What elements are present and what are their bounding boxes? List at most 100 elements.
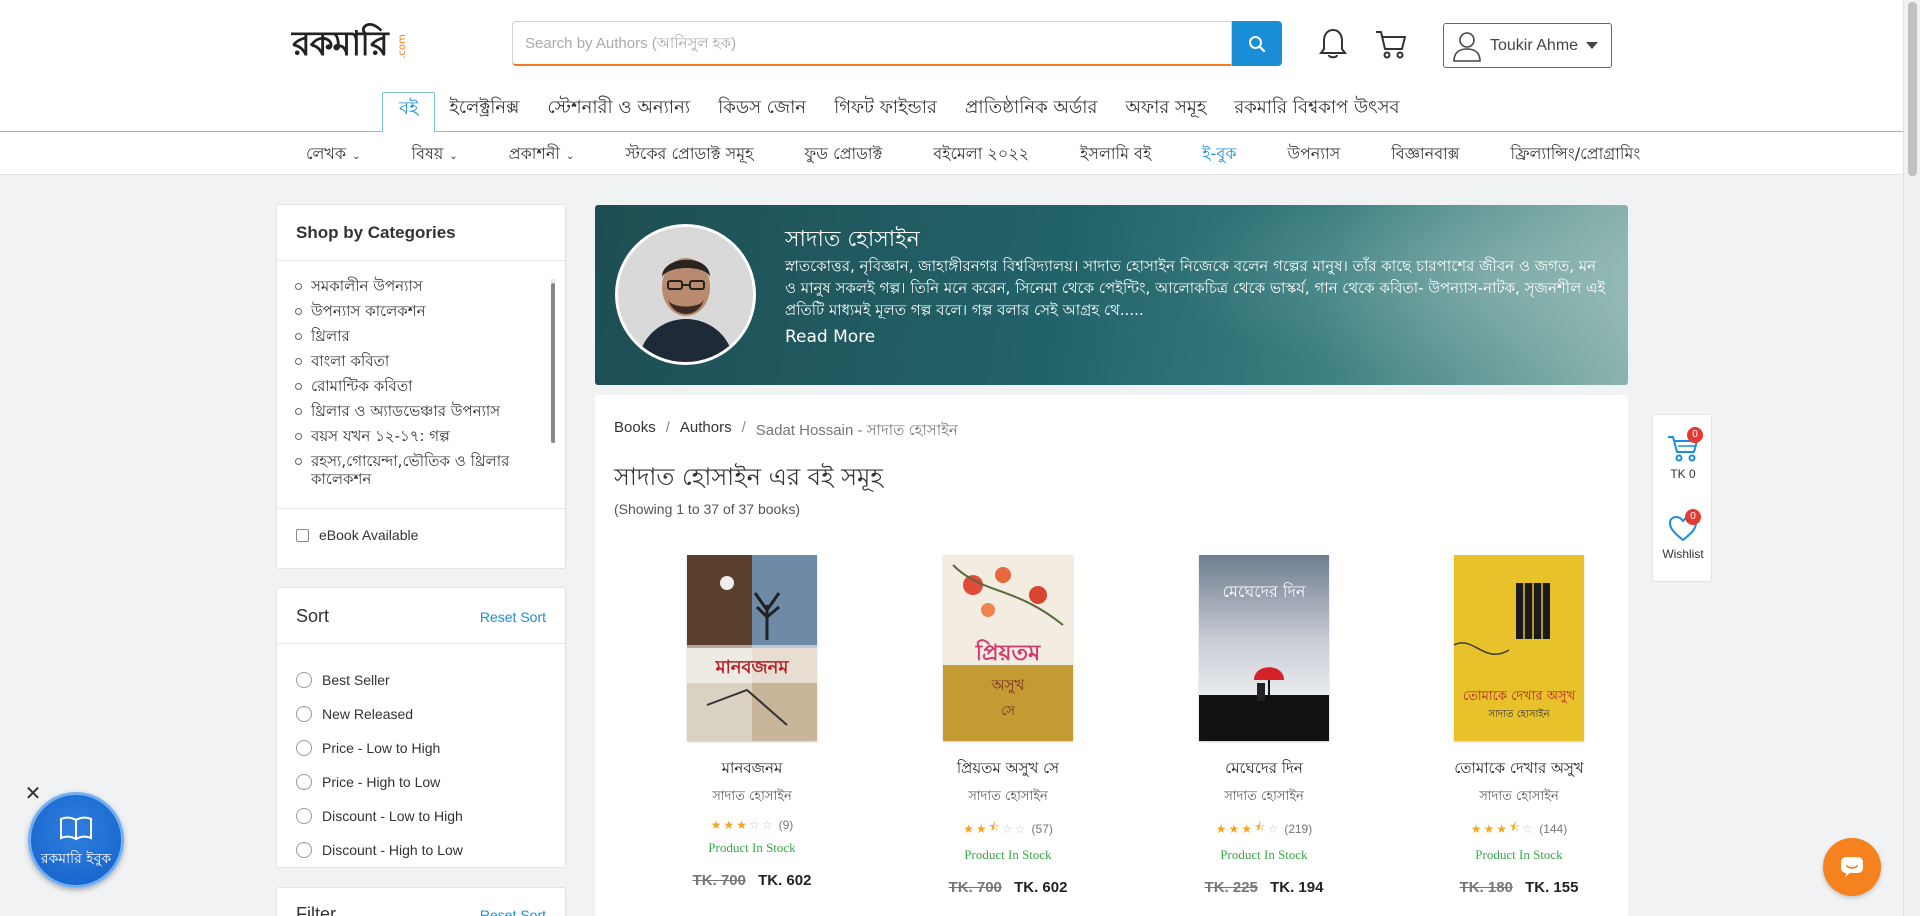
book-title[interactable]: মানবজনম [637,757,867,777]
sub-nav-item-stock-products[interactable]: স্টকের প্রোডাক্ট সমূহ [625,141,753,168]
bullet-icon [295,408,302,415]
category-scrollbar[interactable] [551,279,555,443]
sub-nav-item-subject[interactable]: বিষয় ⌄ [412,141,458,168]
sort-option-discount-low-high[interactable]: Discount - Low to High [296,799,463,833]
reset-filter-link[interactable]: Reset Sort [480,907,546,916]
sub-nav-item-book-fair[interactable]: বইমেলা ২০২২ [933,141,1029,168]
radio-button[interactable] [296,740,312,756]
book-author[interactable]: সাদাত হোসাইন [637,787,867,808]
main-nav-item-books[interactable]: বই [382,92,436,133]
main-nav-item-worldcup[interactable]: রকমারি বিশ্বকাপ উৎসব [1220,92,1413,132]
book-card[interactable]: মেঘেদের দিন মেঘেদের দিন সাদাত হোসাইন ★ ★… [1149,555,1379,896]
main-nav-item-stationery[interactable]: স্টেশনারী ও অন্যান্য [533,92,704,132]
book-author[interactable]: সাদাত হোসাইন [1404,787,1634,808]
category-scroll-thumb[interactable] [551,283,555,443]
sub-nav-item-novel[interactable]: উপন্যাস [1287,141,1340,168]
floating-cart-wishlist: 0 TK 0 0 Wishlist [1652,414,1712,582]
radio-button[interactable] [296,842,312,858]
radio-button[interactable] [296,808,312,824]
bell-icon [1319,28,1347,59]
user-account-dropdown[interactable]: Toukir Ahmed [1443,23,1612,68]
breadcrumb-authors[interactable]: Authors [680,419,732,444]
page-scroll-thumb[interactable] [1908,2,1917,176]
floating-wishlist-button[interactable]: 0 Wishlist [1653,509,1713,561]
radio-button[interactable] [296,706,312,722]
user-icon [1453,31,1481,62]
sort-option-price-low-high[interactable]: Price - Low to High [296,731,463,765]
sub-nav-item-ebook[interactable]: ই-বুক [1202,141,1236,168]
breadcrumb: Books / Authors / Sadat Hossain - সাদাত … [614,419,958,444]
sort-panel: Sort Reset Sort Best Seller New Released… [276,587,566,868]
main-nav-item-gift-finder[interactable]: গিফট ফাইন্ডার [820,92,951,132]
sub-nav-item-food-products[interactable]: ফুড প্রোডাক্ট [805,141,883,168]
notification-bell-button[interactable] [1316,26,1350,62]
main-nav-item-offers[interactable]: অফার সমূহ [1111,92,1220,132]
breadcrumb-books[interactable]: Books [614,419,656,444]
discounted-price: TK. 602 [758,872,812,889]
book-cover[interactable]: মানবজনম [687,555,817,741]
book-title[interactable]: প্রিয়তম অসুখ সে [893,757,1123,777]
ebook-available-filter[interactable]: eBook Available [296,527,418,543]
book-cover[interactable]: প্রিয়তম অসুখ সে [943,555,1073,741]
close-ebook-bubble-button[interactable]: ✕ [24,783,42,803]
logo-suffix: .com [396,34,408,59]
search-input[interactable] [512,21,1232,66]
book-card[interactable]: প্রিয়তম অসুখ সে প্রিয়তম অসুখ সে সাদাত … [893,555,1123,896]
search-bar [512,21,1282,66]
sort-option-price-high-low[interactable]: Price - High to Low [296,765,463,799]
divider [277,643,565,644]
category-panel-title: Shop by Categories [296,223,456,242]
book-cover[interactable]: তোমাকে দেখার অসুখ সাদাত হোসাইন [1454,555,1584,741]
sort-option-discount-high-low[interactable]: Discount - High to Low [296,833,463,867]
category-item[interactable]: থ্রিলার ও অ্যাডভেঞ্চার উপন্যাস [295,402,535,420]
category-item[interactable]: সমকালীন উপন্যাস [295,277,535,295]
book-author[interactable]: সাদাত হোসাইন [1149,787,1379,808]
category-item[interactable]: রোমান্টিক কবিতা [295,377,535,395]
rokomari-ebook-bubble[interactable]: রকমারি ইবুক [28,792,124,888]
search-button[interactable] [1232,21,1282,66]
breadcrumb-separator: / [665,419,670,436]
sub-nav-item-publisher[interactable]: প্রকাশনী ⌄ [509,141,575,168]
sort-option-new-released[interactable]: New Released [296,697,463,731]
star-half-icon: ⯪ [1254,820,1266,834]
category-item[interactable]: বাংলা কবিতা [295,352,535,370]
category-panel: Shop by Categories সমকালীন উপন্যাস উপন্য… [276,204,566,569]
category-item[interactable]: রহস্য,গোয়েন্দা,ভৌতিক ও থ্রিলার কালেকশন [295,452,535,488]
sub-nav-item-islamic-books[interactable]: ইসলামি বই [1080,141,1151,168]
sub-nav-item-science-box[interactable]: বিজ্ঞানবাক্স [1391,141,1459,168]
star-full-icon: ★ [1241,821,1253,836]
category-item[interactable]: উপন্যাস কালেকশন [295,302,535,320]
radio-button[interactable] [296,672,312,688]
book-card[interactable]: মানবজনম মানবজনম সাদাত হোসাইন ★ ★ ★ ☆ ☆ (… [637,555,867,889]
book-author[interactable]: সাদাত হোসাইন [893,787,1123,808]
book-title[interactable]: মেঘেদের দিন [1149,757,1379,777]
book-rating: ★ ★ ★ ⯪ ☆ (219) [1149,818,1379,839]
live-chat-button[interactable] [1823,838,1881,896]
header-cart-button[interactable] [1372,26,1410,62]
svg-text:প্রিয়তম: প্রিয়তম [975,639,1041,666]
bullet-icon [295,433,302,440]
radio-button[interactable] [296,774,312,790]
category-item[interactable]: বয়স যখন ১২-১৭: গল্প [295,427,535,445]
main-nav-item-institutional-order[interactable]: প্রাতিষ্ঠানিক অর্ডার [951,92,1111,132]
main-nav-item-kids-zone[interactable]: কিডস জোন [704,92,820,132]
floating-cart-button[interactable]: 0 TK 0 [1653,427,1713,481]
discounted-price: TK. 194 [1270,879,1324,896]
book-cover[interactable]: মেঘেদের দিন [1199,555,1329,741]
book-title[interactable]: তোমাকে দেখার অসুখ [1404,757,1634,777]
chevron-down-icon: ⌄ [352,150,361,162]
book-rating: ★ ★ ★ ⯪ ☆ (144) [1404,818,1634,839]
rokomari-logo[interactable]: রকমারি .com [292,22,407,66]
sub-nav-item-freelancing[interactable]: ফ্রিল্যান্সিং/প্রোগ্রামিং [1511,141,1641,168]
ebook-checkbox[interactable] [296,528,309,542]
book-price: TK. 180 TK. 155 [1404,879,1634,896]
read-more-link[interactable]: Read More [785,327,875,347]
main-nav-item-electronics[interactable]: ইলেক্ট্রনিক্স [435,92,533,132]
book-card[interactable]: তোমাকে দেখার অসুখ সাদাত হোসাইন তোমাকে দে… [1404,555,1634,896]
reset-sort-link[interactable]: Reset Sort [480,609,546,625]
sub-nav-item-writer[interactable]: লেখক ⌄ [306,141,361,168]
star-full-icon: ★ [1496,821,1508,836]
sort-option-best-seller[interactable]: Best Seller [296,663,463,697]
category-item[interactable]: থ্রিলার [295,327,535,345]
page-scrollbar[interactable] [1903,0,1920,916]
